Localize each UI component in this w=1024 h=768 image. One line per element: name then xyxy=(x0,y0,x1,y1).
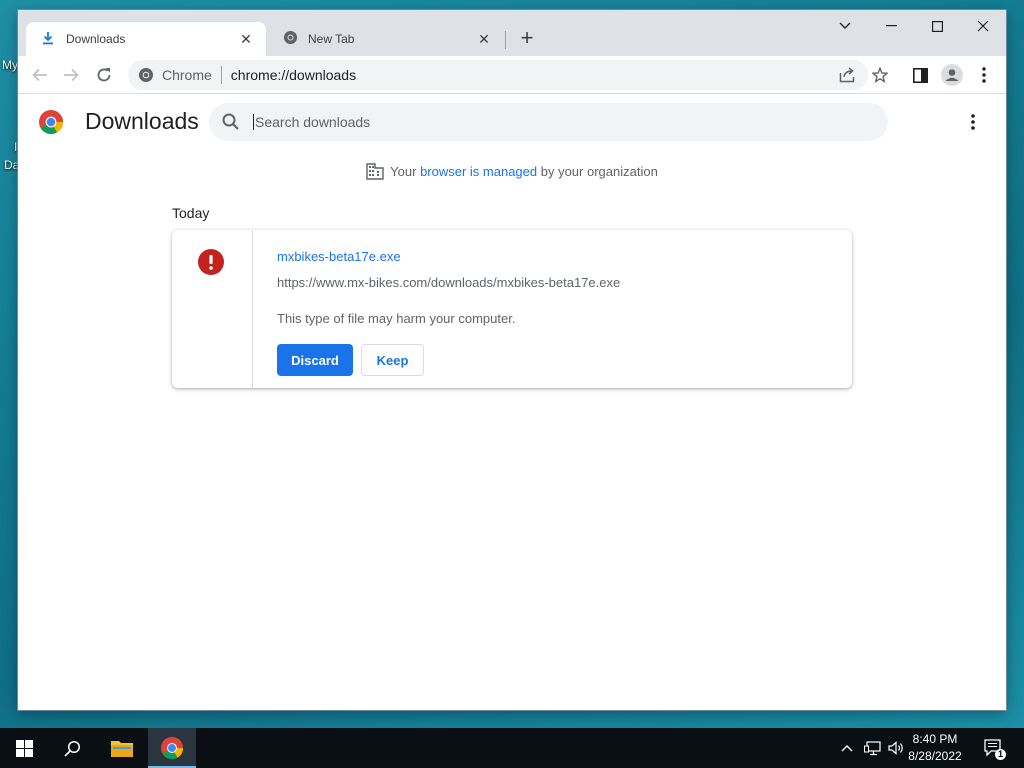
taskbar: 8:40 PM 8/28/2022 1 xyxy=(0,728,1024,768)
chrome-icon xyxy=(139,68,153,82)
url-text: chrome://downloads xyxy=(230,67,357,83)
discard-button[interactable]: Discard xyxy=(277,344,353,376)
reload-icon xyxy=(97,68,111,82)
download-icon xyxy=(40,31,56,48)
maximize-button[interactable] xyxy=(914,10,960,42)
downloads-menu-button[interactable] xyxy=(963,111,983,133)
chrome-menu-button[interactable] xyxy=(972,63,996,87)
managed-notice: Your browser is managed by your organiza… xyxy=(18,162,1006,180)
share-button[interactable] xyxy=(835,63,859,87)
close-tab-icon[interactable]: ✕ xyxy=(238,31,254,48)
minimize-icon xyxy=(885,25,897,27)
downloads-page: Downloads Your browser is managed by you… xyxy=(18,95,1006,710)
dangerous-file-warning-icon xyxy=(198,249,224,275)
tab-separator xyxy=(505,31,506,49)
browser-window: Downloads ✕ New Tab ✕ + Chrome chrome://… xyxy=(18,10,1006,710)
tab-search-dropdown-button[interactable] xyxy=(822,10,868,42)
new-tab-button[interactable]: + xyxy=(516,27,538,50)
file-name-link[interactable]: mxbikes-beta17e.exe xyxy=(277,249,401,264)
show-hidden-icons-button[interactable] xyxy=(836,728,858,768)
managed-prefix: Your xyxy=(390,163,421,179)
tab-title: New Tab xyxy=(308,32,355,46)
keep-button[interactable]: Keep xyxy=(361,344,424,376)
tab-new-tab[interactable]: New Tab ✕ xyxy=(268,22,504,56)
minimize-button[interactable] xyxy=(868,10,914,42)
windows-logo-icon xyxy=(15,739,33,757)
file-source-url: https://www.mx-bikes.com/downloads/mxbik… xyxy=(277,275,621,290)
page-title: Downloads xyxy=(85,108,199,134)
chevron-down-icon xyxy=(839,22,851,29)
downloads-header: Downloads xyxy=(18,95,1006,150)
share-icon xyxy=(839,67,854,83)
date-heading: Today xyxy=(172,205,210,221)
clock-date: 8/28/2022 xyxy=(908,749,962,763)
download-item: mxbikes-beta17e.exe https://www.mx-bikes… xyxy=(172,230,852,388)
search-icon xyxy=(222,113,239,130)
chrome-globe-icon xyxy=(282,30,298,48)
tab-strip: Downloads ✕ New Tab ✕ + xyxy=(18,10,1006,56)
action-center-button[interactable]: 1 xyxy=(978,728,1010,768)
taskbar-search-button[interactable] xyxy=(48,728,96,768)
notification-count-badge: 1 xyxy=(995,749,1006,760)
taskbar-clock[interactable]: 8:40 PM 8/28/2022 xyxy=(900,731,970,765)
desktop-icon-label-i: I xyxy=(14,140,18,154)
back-button[interactable] xyxy=(28,63,52,87)
address-bar[interactable]: Chrome chrome://downloads xyxy=(128,60,868,90)
chrome-logo-icon xyxy=(160,736,184,760)
browser-toolbar: Chrome chrome://downloads xyxy=(18,56,1006,94)
forward-arrow-icon xyxy=(64,68,79,82)
download-icon-column xyxy=(172,230,253,388)
network-icon xyxy=(863,740,881,755)
search-downloads-box[interactable] xyxy=(209,103,888,141)
folder-icon xyxy=(111,741,133,757)
clock-time: 8:40 PM xyxy=(912,732,958,746)
kebab-menu-icon xyxy=(971,114,975,130)
star-icon xyxy=(872,67,888,83)
browser-managed-link[interactable]: browser is managed xyxy=(420,164,537,179)
search-icon xyxy=(63,740,80,757)
side-panel-icon xyxy=(912,67,928,83)
kebab-menu-icon xyxy=(982,67,986,83)
tab-downloads[interactable]: Downloads ✕ xyxy=(26,22,266,56)
close-window-button[interactable] xyxy=(960,10,1006,42)
site-chip-label: Chrome xyxy=(162,67,212,83)
network-button[interactable] xyxy=(860,728,884,768)
chrome-logo-icon xyxy=(39,110,64,135)
danger-warning-text: This type of file may harm your computer… xyxy=(277,311,516,326)
building-icon xyxy=(366,163,384,180)
search-input[interactable] xyxy=(253,114,853,130)
close-tab-icon[interactable]: ✕ xyxy=(476,31,492,48)
chevron-up-icon xyxy=(841,745,853,752)
managed-text: Your browser is managed by your organiza… xyxy=(390,164,658,179)
chip-separator xyxy=(220,66,222,84)
back-arrow-icon xyxy=(32,68,47,82)
reload-button[interactable] xyxy=(92,63,116,87)
desktop-icon-label-my: My xyxy=(2,58,18,72)
bookmark-button[interactable] xyxy=(868,63,892,87)
maximize-icon xyxy=(931,20,943,32)
side-panel-button[interactable] xyxy=(908,63,932,87)
forward-button[interactable] xyxy=(59,63,83,87)
avatar-icon xyxy=(941,64,963,86)
managed-suffix: by your organization xyxy=(537,163,658,179)
profile-button[interactable] xyxy=(940,63,964,87)
taskbar-file-explorer[interactable] xyxy=(98,728,146,768)
start-button[interactable] xyxy=(0,728,48,768)
close-icon xyxy=(977,20,989,32)
taskbar-chrome[interactable] xyxy=(148,728,196,768)
tab-title: Downloads xyxy=(66,32,126,46)
